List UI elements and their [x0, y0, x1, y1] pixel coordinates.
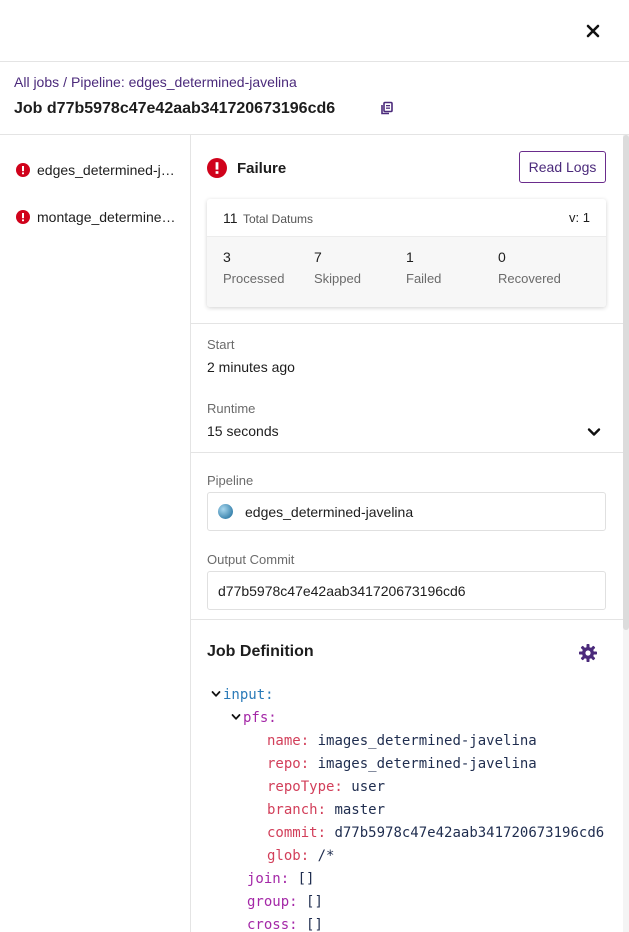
error-icon: [16, 210, 30, 224]
stat-label: Failed: [406, 271, 442, 286]
stat-skipped: 7 Skipped: [314, 249, 361, 286]
code-key: pfs:: [243, 710, 277, 726]
code-value: images_determined-javelina: [317, 756, 537, 772]
code-value: []: [306, 917, 323, 932]
divider: [191, 323, 623, 324]
collapse-toggle[interactable]: [211, 685, 223, 705]
stat-number: 3: [223, 249, 231, 265]
divider: [191, 452, 623, 453]
gear-icon: [579, 644, 597, 662]
breadcrumb-separator: /: [63, 74, 68, 90]
start-label: Start: [207, 337, 235, 352]
sidebar-item-label: montage_determined-javelina: [37, 209, 177, 225]
pipeline-icon: [218, 504, 233, 519]
top-bar: [0, 0, 629, 62]
code-key: branch:: [267, 802, 327, 818]
datum-stats: 3 Processed 7 Skipped 1 Failed 0 Recover…: [207, 237, 606, 307]
divider: [191, 619, 623, 620]
code-value: []: [306, 894, 323, 910]
pipeline-label: Pipeline: [207, 473, 254, 488]
breadcrumb-all-jobs[interactable]: All jobs: [14, 74, 59, 90]
code-value: []: [297, 871, 315, 887]
code-key: name:: [267, 733, 310, 749]
runtime-value: 15 seconds: [207, 423, 279, 439]
sidebar-item-edges[interactable]: edges_determined-javelina: [0, 152, 190, 188]
collapse-toggle[interactable]: [231, 708, 243, 728]
page-title: Job d77b5978c47e42aab341720673196cd6: [14, 100, 336, 117]
code-value: user: [351, 779, 386, 795]
code-value: /*: [317, 848, 335, 864]
code-key: join:: [247, 871, 290, 887]
code-line-name: name: images_determined-javelina: [267, 731, 537, 751]
job-definition-title: Job Definition: [207, 643, 314, 660]
stat-number: 1: [406, 249, 414, 265]
chevron-down-icon: [587, 428, 601, 436]
code-line-repotype: repoType: user: [267, 777, 385, 797]
code-line-input: input:: [211, 685, 274, 705]
scrollbar[interactable]: [623, 135, 629, 932]
job-status: Failure: [207, 157, 286, 179]
chevron-down-icon: [211, 691, 221, 697]
code-key: glob:: [267, 848, 310, 864]
stat-failed: 1 Failed: [406, 249, 441, 286]
code-value: d77b5978c47e42aab341720673196cd6: [334, 825, 605, 841]
code-line-glob: glob: /*: [267, 846, 334, 866]
read-logs-button[interactable]: Read Logs: [519, 151, 606, 183]
code-key: repoType:: [267, 779, 343, 795]
code-line-pfs: pfs:: [231, 708, 277, 728]
stat-label: Skipped: [314, 271, 361, 286]
code-key: group:: [247, 894, 298, 910]
code-key: input:: [223, 687, 274, 703]
code-line-branch: branch: master: [267, 800, 385, 820]
code-key: cross:: [247, 917, 298, 932]
code-line-repo: repo: images_determined-javelina: [267, 754, 537, 774]
job-header: All jobs / Pipeline: edges_determined-jave…: [0, 62, 629, 135]
chevron-down-icon: [231, 714, 241, 720]
pipeline-link[interactable]: edges_determined-javelina: [207, 492, 606, 531]
copy-button[interactable]: [380, 101, 396, 117]
output-commit-value: d77b5978c47e42aab341720673196cd6: [218, 582, 466, 599]
code-key: repo:: [267, 756, 310, 772]
error-icon: [16, 163, 30, 177]
failure-icon: [207, 158, 227, 178]
total-datums-count: 11: [223, 210, 238, 226]
total-datums-label: Total Datums: [243, 212, 314, 226]
definition-settings-button[interactable]: [578, 643, 598, 663]
output-commit-label: Output Commit: [207, 552, 295, 567]
datum-summary-card: 11 Total Datums v: 1 3 Processed 7 Skipp…: [207, 199, 606, 307]
copy-icon: [381, 101, 393, 115]
code-value: images_determined-javelina: [317, 733, 537, 749]
stat-recovered: 0 Recovered: [498, 249, 561, 286]
sidebar: edges_determined-javelina montage_determ…: [0, 135, 191, 932]
job-detail-panel: Failure Read Logs 11 Total Datums v: 1 3…: [191, 135, 623, 932]
code-value: master: [334, 802, 386, 818]
code-line-join: join: []: [247, 869, 314, 889]
output-commit-field[interactable]: d77b5978c47e42aab341720673196cd6: [207, 571, 606, 610]
stat-number: 0: [498, 249, 506, 265]
job-version: v: 1: [569, 210, 590, 225]
sidebar-item-label: edges_determined-javelina: [37, 162, 177, 178]
breadcrumb: All jobs / Pipeline: edges_determined-jave…: [14, 74, 297, 90]
runtime-label: Runtime: [207, 401, 256, 416]
stat-label: Recovered: [498, 271, 561, 286]
code-line-cross: cross: []: [247, 915, 323, 932]
close-icon: [586, 24, 600, 38]
code-line-commit: commit: d77b5978c47e42aab341720673196cd6: [267, 823, 604, 843]
pipeline-name: edges_determined-javelina: [245, 503, 414, 520]
sidebar-item-montage[interactable]: montage_determined-javelina: [0, 199, 190, 235]
datum-total-row: 11 Total Datums v: 1: [207, 199, 606, 237]
code-line-group: group: []: [247, 892, 323, 912]
stat-processed: 3 Processed: [223, 249, 284, 286]
runtime-expand-toggle[interactable]: [587, 425, 601, 439]
scrollbar-thumb[interactable]: [623, 135, 629, 630]
code-key: commit:: [267, 825, 327, 841]
close-button[interactable]: [582, 20, 604, 42]
stat-number: 7: [314, 249, 322, 265]
start-value: 2 minutes ago: [207, 359, 295, 375]
stat-label: Processed: [223, 271, 285, 286]
status-text: Failure: [237, 159, 287, 177]
breadcrumb-pipeline[interactable]: Pipeline: edges_determined-javelina: [71, 74, 297, 90]
